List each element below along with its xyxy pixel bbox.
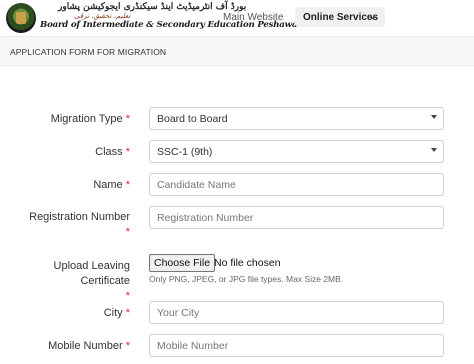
- migration-type-label-text: Migration Type: [50, 113, 123, 125]
- caret-down-icon: [431, 115, 437, 119]
- class-label: Class *: [0, 146, 130, 158]
- brand-banner[interactable]: بورڈ آف انٹرمیڈیٹ اینڈ سیکنڈری ایجوکیشن …: [40, 2, 302, 34]
- city-placeholder: Your City: [157, 307, 200, 319]
- upload-label-text-1: Upload Leaving: [53, 260, 130, 272]
- registration-number-input[interactable]: Registration Number: [149, 206, 444, 229]
- upload-required: *: [0, 290, 130, 302]
- nav-online-services-dropdown[interactable]: Online Services ⌄: [295, 7, 385, 27]
- class-select[interactable]: SSC-1 (9th): [149, 140, 444, 163]
- registration-label: Registration Number: [0, 211, 130, 223]
- required-asterisk: *: [125, 226, 130, 238]
- migration-type-label: Migration Type *: [0, 113, 130, 125]
- chevron-down-icon: ⌄: [369, 12, 376, 21]
- required-asterisk: *: [125, 146, 130, 158]
- choose-file-button[interactable]: Choose File: [149, 254, 216, 272]
- nav-online-services-label: Online Services: [303, 12, 379, 23]
- page-title: APPLICATION FORM FOR MIGRATION: [10, 47, 167, 57]
- required-asterisk: *: [125, 340, 130, 352]
- name-input[interactable]: Candidate Name: [149, 173, 444, 196]
- city-label-text: City: [103, 307, 123, 319]
- required-asterisk: *: [125, 290, 130, 302]
- site-header: بورڈ آف انٹرمیڈیٹ اینڈ سیکنڈری ایجوکیشن …: [0, 0, 474, 36]
- registration-label-text: Registration Number: [29, 211, 130, 223]
- mobile-number-input[interactable]: Mobile Number: [149, 334, 444, 357]
- class-value: SSC-1 (9th): [157, 146, 213, 158]
- logo-emblem-icon: [16, 12, 26, 24]
- mobile-placeholder: Mobile Number: [157, 340, 229, 352]
- name-label-text: Name: [93, 179, 123, 191]
- brand-urdu-tagline: تعلیم، تحقیق، ترقی: [74, 12, 131, 20]
- file-help-text: Only PNG, JPEG, or JPG file types. Max S…: [149, 274, 344, 284]
- brand-urdu-title: بورڈ آف انٹرمیڈیٹ اینڈ سیکنڈری ایجوکیشن …: [58, 2, 247, 12]
- class-label-text: Class: [95, 146, 123, 158]
- migration-type-value: Board to Board: [157, 113, 228, 125]
- nav-main-website-link[interactable]: Main Website: [223, 12, 283, 23]
- registration-placeholder: Registration Number: [157, 212, 254, 224]
- file-status-text: No file chosen: [214, 257, 281, 269]
- section-header: APPLICATION FORM FOR MIGRATION: [0, 36, 474, 66]
- city-input[interactable]: Your City: [149, 301, 444, 324]
- name-placeholder: Candidate Name: [157, 179, 236, 191]
- mobile-label: Mobile Number *: [0, 340, 130, 352]
- name-label: Name *: [0, 179, 130, 191]
- upload-label-text-2: Certificate: [80, 275, 130, 287]
- mobile-label-text: Mobile Number: [48, 340, 123, 352]
- caret-down-icon: [431, 148, 437, 152]
- required-asterisk: *: [125, 307, 130, 319]
- upload-label-line1: Upload Leaving: [0, 260, 130, 272]
- board-logo[interactable]: [6, 3, 36, 33]
- upload-label-line2: Certificate: [0, 275, 130, 287]
- city-label: City *: [0, 307, 130, 319]
- required-asterisk: *: [125, 113, 130, 125]
- registration-required: *: [0, 226, 130, 238]
- required-asterisk: *: [125, 179, 130, 191]
- migration-type-select[interactable]: Board to Board: [149, 107, 444, 130]
